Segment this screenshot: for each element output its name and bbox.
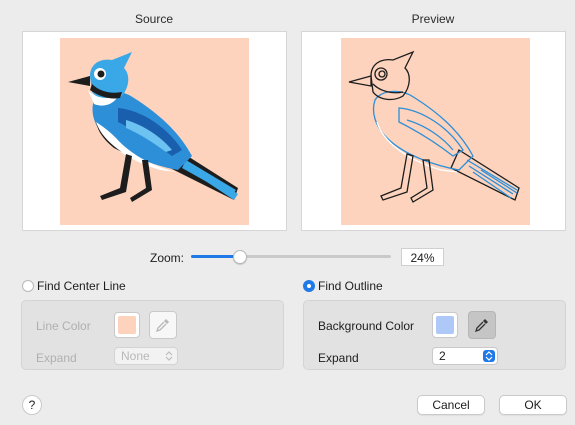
find-center-line-label[interactable]: Find Center Line	[37, 279, 126, 293]
zoom-label: Zoom:	[150, 251, 185, 265]
source-label: Source	[134, 12, 174, 26]
background-color-eyedropper-button[interactable]	[468, 311, 496, 339]
center-expand-label: Expand	[36, 351, 77, 365]
outline-expand-value: 2	[439, 349, 446, 363]
background-color-swatch[interactable]	[432, 312, 458, 338]
line-color-label: Line Color	[36, 319, 91, 333]
background-color-label: Background Color	[318, 319, 415, 333]
blue-jay-outline-image	[348, 50, 520, 203]
outline-expand-label: Expand	[318, 351, 359, 365]
find-center-line-radio[interactable]	[22, 280, 34, 292]
center-line-options-group: Line Color Expand None	[21, 300, 284, 370]
find-outline-radio[interactable]	[303, 280, 315, 292]
eyedropper-icon	[474, 319, 488, 333]
outline-expand-popup[interactable]: 2	[432, 347, 498, 365]
center-expand-value: None	[121, 349, 150, 363]
outline-expand-stepper-icon	[483, 350, 495, 362]
eyedropper-icon	[155, 319, 169, 333]
cancel-button[interactable]: Cancel	[417, 395, 485, 415]
preview-label: Preview	[411, 12, 455, 26]
zoom-value-field[interactable]: 24%	[401, 248, 444, 266]
center-expand-popup[interactable]: None	[114, 347, 178, 365]
blue-jay-image	[68, 52, 238, 202]
outline-options-group: Background Color Expand 2	[303, 300, 566, 370]
zoom-slider[interactable]	[191, 250, 391, 264]
line-color-swatch[interactable]	[114, 312, 140, 338]
source-image-panel	[22, 31, 287, 231]
background-color-fill	[436, 316, 454, 334]
ok-button[interactable]: OK	[499, 395, 567, 415]
find-outline-label[interactable]: Find Outline	[318, 279, 383, 293]
preview-image-panel	[301, 31, 566, 231]
zoom-slider-fill	[191, 255, 239, 258]
line-color-fill	[118, 316, 136, 334]
source-image	[60, 38, 249, 225]
line-color-eyedropper-button[interactable]	[149, 311, 177, 339]
center-expand-stepper-icon	[163, 350, 175, 362]
zoom-slider-knob[interactable]	[233, 250, 247, 264]
preview-image	[341, 38, 530, 225]
help-button[interactable]: ?	[22, 395, 42, 415]
